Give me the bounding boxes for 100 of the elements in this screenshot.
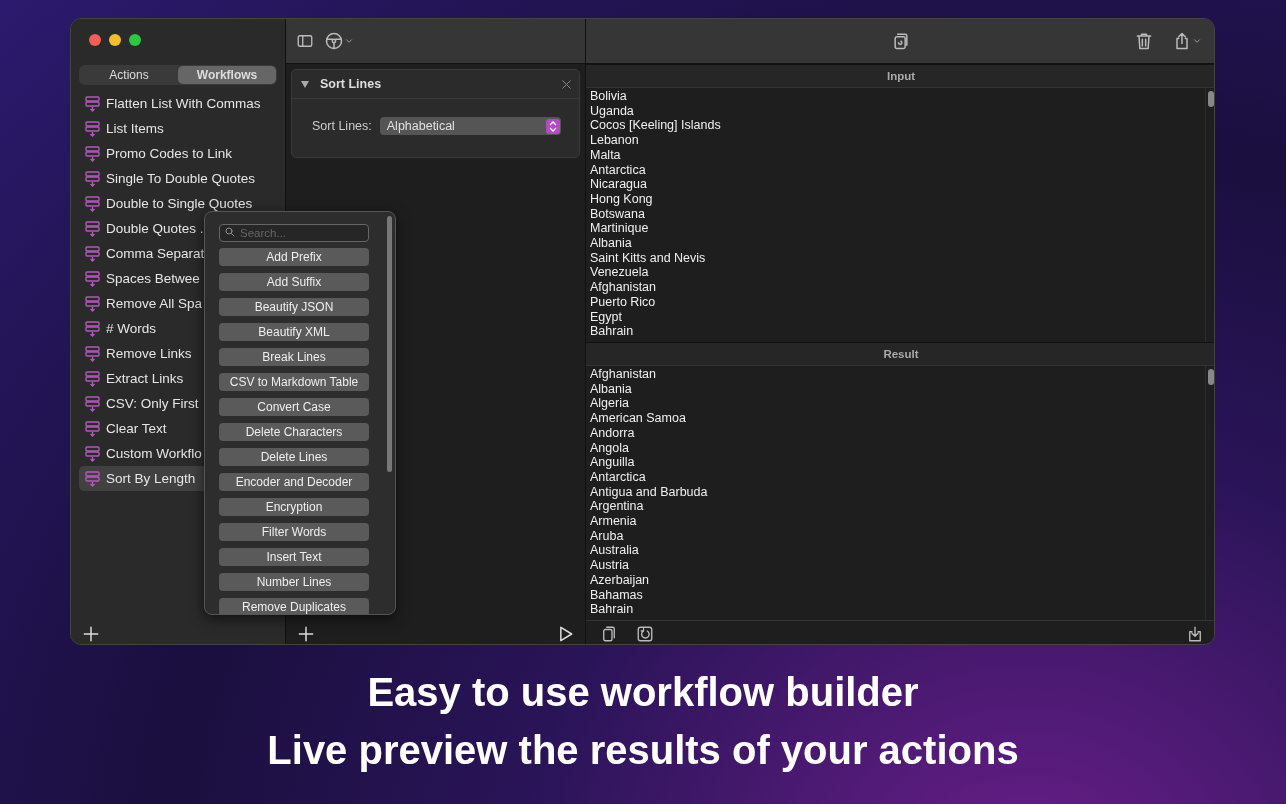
action-button[interactable]: Convert Case bbox=[219, 398, 369, 416]
action-button[interactable]: Delete Characters bbox=[219, 423, 369, 441]
stack-icon bbox=[85, 295, 100, 312]
scroll-thumb[interactable] bbox=[1208, 369, 1214, 385]
action-button[interactable]: Delete Lines bbox=[219, 448, 369, 466]
stack-icon bbox=[85, 195, 100, 212]
sidebar-toggle-icon[interactable] bbox=[296, 32, 314, 50]
workflow-label: Single To Double Quotes bbox=[106, 171, 256, 186]
action-button[interactable]: CSV to Markdown Table bbox=[219, 373, 369, 391]
text-line: Cocos [Keeling] Islands bbox=[590, 118, 722, 134]
stack-icon bbox=[85, 170, 100, 187]
text-line: Antigua and Barbuda bbox=[590, 484, 709, 500]
stack-icon bbox=[85, 320, 100, 337]
text-line: Andorra bbox=[590, 425, 636, 441]
steering-wheel-icon[interactable] bbox=[324, 31, 354, 51]
action-button[interactable]: Beautify JSON bbox=[219, 298, 369, 316]
caption-text: Easy to use workflow builder bbox=[367, 669, 919, 716]
workflow-label: Sort By Length bbox=[106, 471, 196, 486]
text-line: Saint Kitts and Nevis bbox=[590, 250, 707, 266]
workflow-label: Spaces Betwee bbox=[106, 271, 200, 286]
scroll-thumb[interactable] bbox=[1208, 91, 1214, 107]
disclosure-triangle-icon[interactable] bbox=[300, 79, 310, 89]
copy-icon[interactable] bbox=[891, 31, 911, 51]
field-label: Sort Lines: bbox=[312, 119, 372, 133]
stack-icon bbox=[85, 420, 100, 437]
text-line: Puerto Rico bbox=[590, 294, 657, 310]
action-button[interactable]: Add Prefix bbox=[219, 248, 369, 266]
stack-icon bbox=[85, 395, 100, 412]
workflow-label: Double to Single Quotes bbox=[106, 196, 253, 211]
stack-icon bbox=[85, 95, 100, 112]
search-field[interactable]: Search... bbox=[219, 224, 369, 242]
workflow-label: Clear Text bbox=[106, 421, 167, 436]
stack-icon bbox=[85, 220, 100, 237]
text-line: Bahrain bbox=[590, 602, 635, 617]
workflow-label: List Items bbox=[106, 121, 164, 136]
workflow-label: Extract Links bbox=[106, 371, 184, 386]
text-line: Antarctica bbox=[590, 162, 647, 178]
segment-tab[interactable]: Actions bbox=[80, 66, 178, 84]
text-line: Austria bbox=[590, 558, 630, 573]
workflow-label: # Words bbox=[106, 321, 157, 336]
text-line: Algeria bbox=[590, 396, 630, 412]
text-line: Hong Kong bbox=[590, 191, 654, 207]
clipboard-icon[interactable] bbox=[600, 625, 618, 643]
stack-icon bbox=[85, 345, 100, 362]
action-button[interactable]: Insert Text bbox=[219, 548, 369, 566]
refresh-icon[interactable] bbox=[636, 625, 654, 643]
close-icon[interactable] bbox=[560, 77, 573, 91]
stack-icon bbox=[85, 245, 100, 262]
text-line: Argentina bbox=[590, 499, 645, 515]
workflow-label: Promo Codes to Link bbox=[106, 146, 233, 161]
workflow-label: Custom Workflo bbox=[106, 446, 202, 461]
sort-select[interactable]: Alphabetical bbox=[379, 117, 561, 135]
workflow-label: Double Quotes . bbox=[106, 221, 204, 236]
text-line: Australia bbox=[590, 543, 640, 559]
text-line: Botswana bbox=[590, 206, 646, 222]
add-icon[interactable] bbox=[81, 624, 101, 644]
workflow-item[interactable]: Double to Single Quotes bbox=[79, 191, 277, 216]
download-icon[interactable] bbox=[1186, 625, 1204, 643]
text-line: Lebanon bbox=[590, 133, 640, 148]
text-line: Angola bbox=[590, 440, 630, 456]
action-button[interactable]: Remove Duplicates bbox=[219, 598, 369, 614]
add-icon[interactable] bbox=[296, 624, 316, 644]
workflow-item[interactable]: Flatten List With Commas bbox=[79, 91, 277, 116]
text-line: Bahamas bbox=[590, 587, 644, 603]
action-button[interactable]: Add Suffix bbox=[219, 273, 369, 291]
stack-icon bbox=[85, 270, 100, 287]
text-line: Uganda bbox=[590, 103, 635, 119]
zoom-button[interactable] bbox=[129, 34, 141, 46]
stack-icon bbox=[85, 120, 100, 137]
workflow-label: CSV: Only First bbox=[106, 396, 199, 411]
workflow-item[interactable]: Promo Codes to Link bbox=[79, 141, 277, 166]
trash-icon[interactable] bbox=[1134, 31, 1154, 51]
stack-icon bbox=[85, 370, 100, 387]
scroll-thumb[interactable] bbox=[386, 216, 392, 472]
action-button[interactable]: Break Lines bbox=[219, 348, 369, 366]
minimize-button[interactable] bbox=[109, 34, 121, 46]
text-line: American Samoa bbox=[590, 411, 687, 426]
segment-tab[interactable]: Workflows bbox=[178, 66, 276, 84]
workflow-label: Remove All Spa bbox=[106, 296, 203, 311]
search-icon bbox=[224, 226, 236, 238]
text-line: Aruba bbox=[590, 528, 625, 544]
text-line: Afghanistan bbox=[590, 367, 658, 382]
text-line: Azerbaijan bbox=[590, 572, 651, 588]
stepper-icon bbox=[546, 118, 560, 134]
workflow-item[interactable]: Single To Double Quotes bbox=[79, 166, 277, 191]
pane-title: Result bbox=[883, 348, 919, 360]
text-line: Egypt bbox=[590, 309, 623, 325]
workflow-label: Flatten List With Commas bbox=[106, 96, 261, 111]
text-line: Bolivia bbox=[590, 89, 628, 104]
text-line: Martinique bbox=[590, 221, 650, 237]
action-button[interactable]: Encoder and Decoder bbox=[219, 473, 369, 491]
text-line: Bahrain bbox=[590, 324, 635, 339]
workflow-label: Remove Links bbox=[106, 346, 192, 361]
text-line: Albania bbox=[590, 236, 633, 251]
action-button[interactable]: Beautify XML bbox=[219, 323, 369, 341]
workflow-item[interactable]: List Items bbox=[79, 116, 277, 141]
action-button[interactable]: Encryption bbox=[219, 498, 369, 516]
close-button[interactable] bbox=[89, 34, 101, 46]
action-button[interactable]: Number Lines bbox=[219, 573, 369, 591]
action-button[interactable]: Filter Words bbox=[219, 523, 369, 541]
